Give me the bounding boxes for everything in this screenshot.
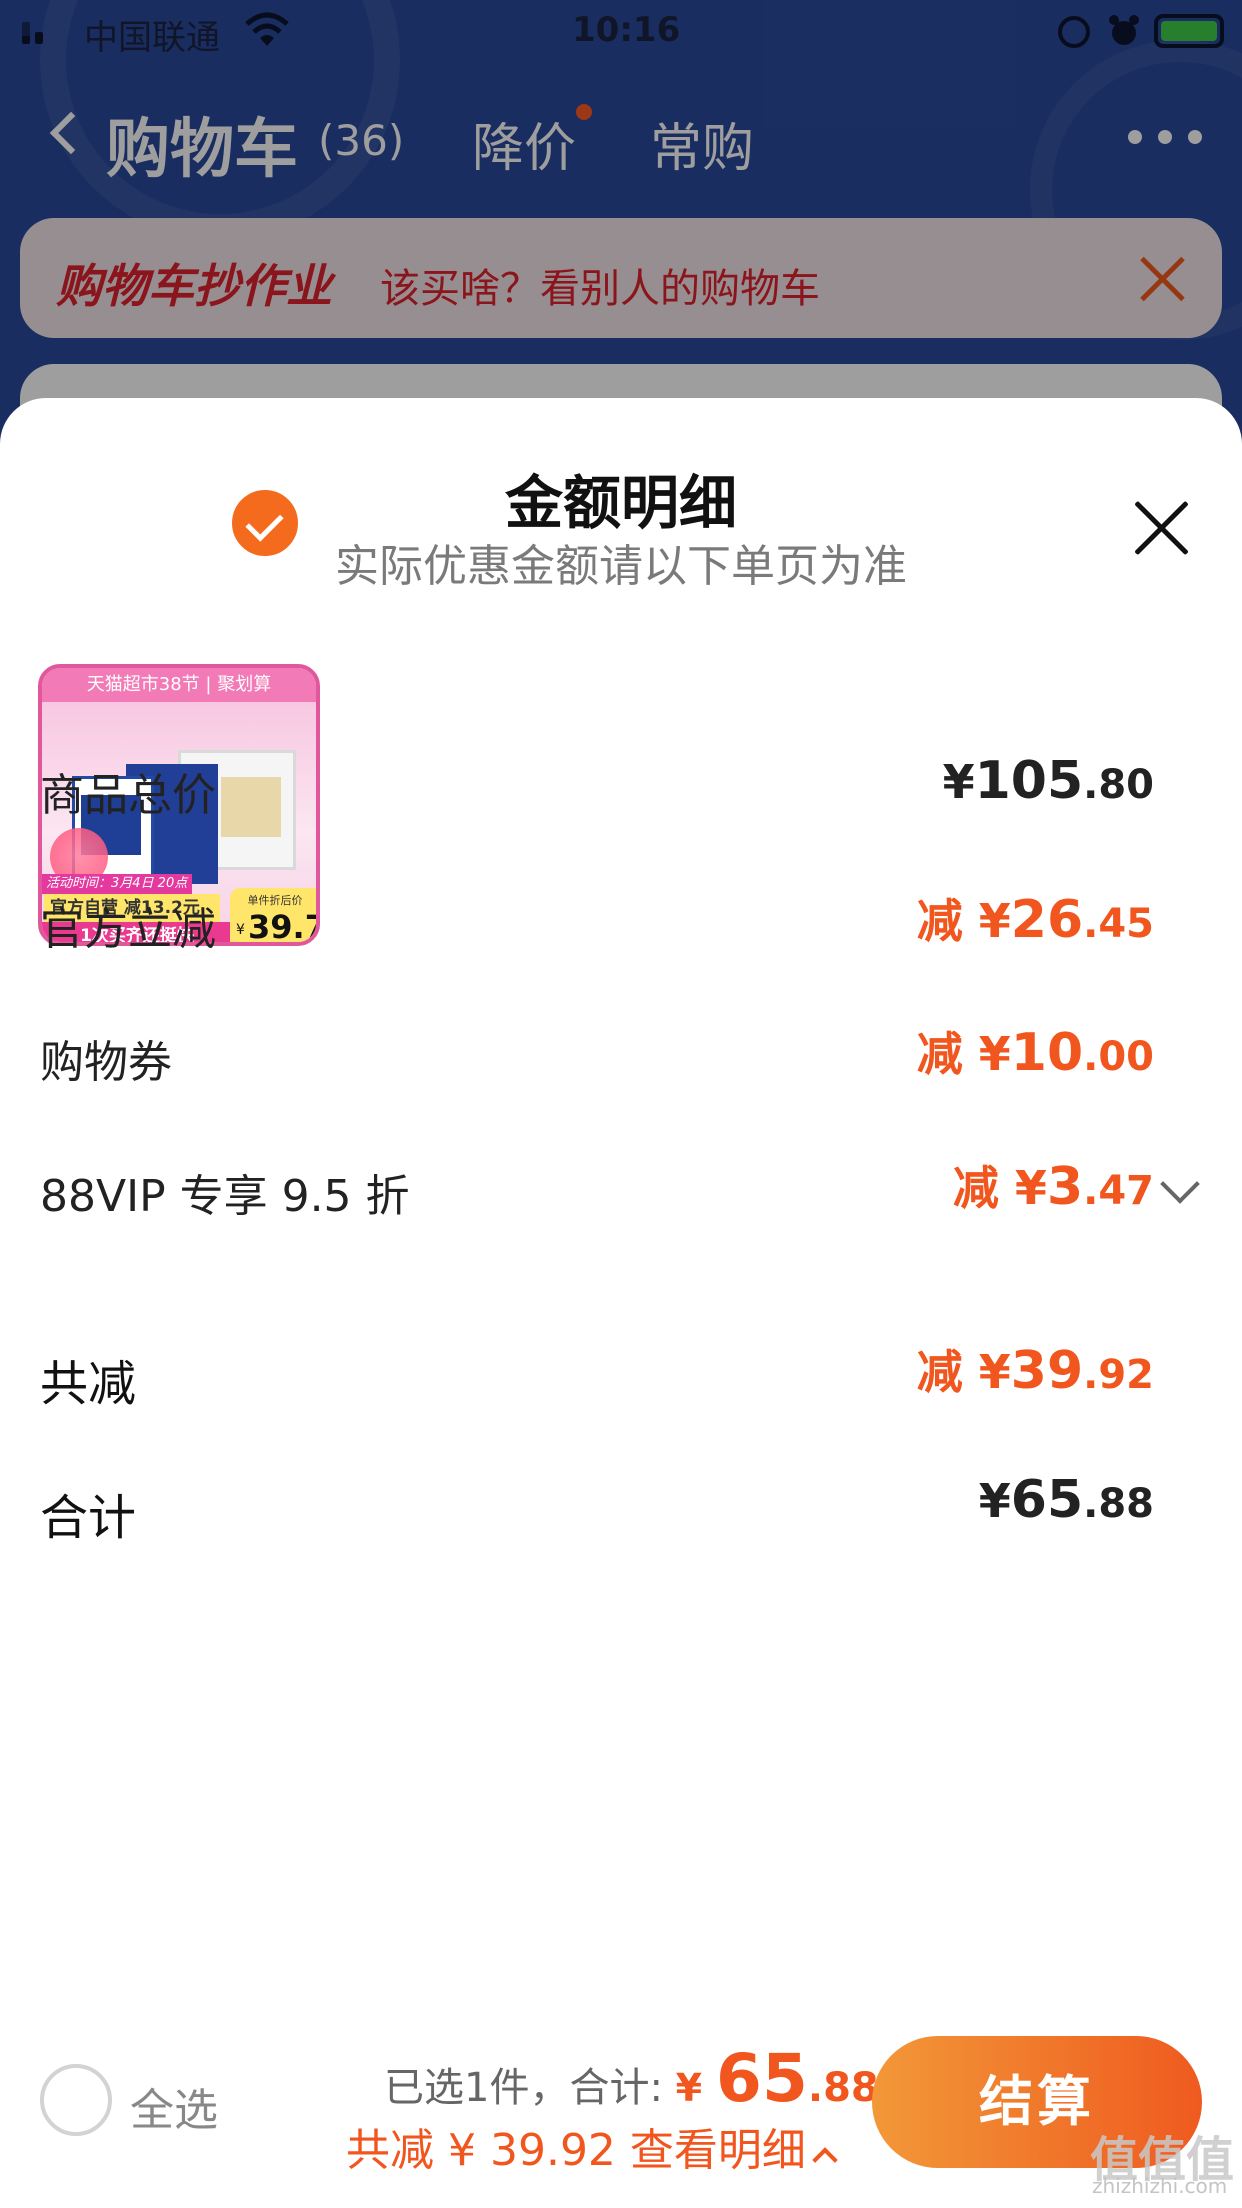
sheet-title: 金额明细 [504, 469, 737, 537]
selected-text: 已选1件，合计: [384, 2065, 663, 2111]
row-label: 88VIP 专享 9.5 折 [40, 1171, 410, 1222]
select-all-label[interactable]: 全选 [130, 2074, 218, 2138]
row-grand-total: 合计 ¥65.88 [40, 1470, 1200, 1550]
row-label: 合计 [40, 1490, 137, 1546]
row-88vip[interactable]: 88VIP 专享 9.5 折 减 ¥3.47 [40, 1152, 1200, 1232]
selected-summary: 已选1件，合计: ¥ 65.88 [384, 2040, 879, 2117]
row-total-reduce: 共减 减 ¥39.92 [40, 1336, 1200, 1416]
row-goods-total: 商品总价 ¥105.80 [40, 751, 1200, 831]
checkmark-icon[interactable] [228, 486, 302, 560]
watermark-url: zhizhizhi.com [1092, 2174, 1228, 2198]
row-value: 减 ¥26.45 [916, 890, 1154, 950]
thumb-top-strip: 天猫超市38节 | 聚划算 [42, 668, 316, 702]
total-amount: ¥ 65.88 [675, 2040, 879, 2117]
modal-overlay[interactable] [0, 0, 1242, 460]
chevron-down-icon[interactable] [1160, 1164, 1200, 1204]
row-value: 减 ¥39.92 [916, 1341, 1154, 1401]
row-label: 商品总价 [40, 770, 216, 821]
row-value: ¥105.80 [942, 751, 1154, 811]
row-value: 减 ¥10.00 [916, 1023, 1154, 1083]
row-value: ¥65.88 [978, 1470, 1154, 1530]
cart-page-background: 中国联通 10:16 购物车 (36) 降价 常购 购物车抄作业 该买啥？看别人… [0, 0, 1242, 460]
row-coupon: 购物券 减 ¥10.00 [40, 1018, 1200, 1098]
row-label: 共减 [40, 1356, 137, 1412]
select-all-checkbox[interactable] [40, 2064, 112, 2136]
row-label: 官方立减 [40, 904, 216, 955]
chevron-up-icon [812, 2147, 838, 2173]
view-details-link[interactable]: 共减 ¥ 39.92 查看明细 [346, 2114, 838, 2178]
close-icon[interactable] [1132, 498, 1192, 558]
amount-detail-sheet: 金额明细 实际优惠金额请以下单页为准 天猫超市38节 | 聚划算 活动时间：3月… [0, 398, 1242, 2208]
sheet-subtitle: 实际优惠金额请以下单页为准 [335, 541, 907, 592]
row-value: 减 ¥3.47 [952, 1157, 1154, 1217]
reduce-text: 共减 ¥ 39.92 查看明细 [346, 2125, 806, 2176]
row-official-discount: 官方立减 减 ¥26.45 [40, 885, 1200, 965]
row-label: 购物券 [40, 1037, 172, 1088]
